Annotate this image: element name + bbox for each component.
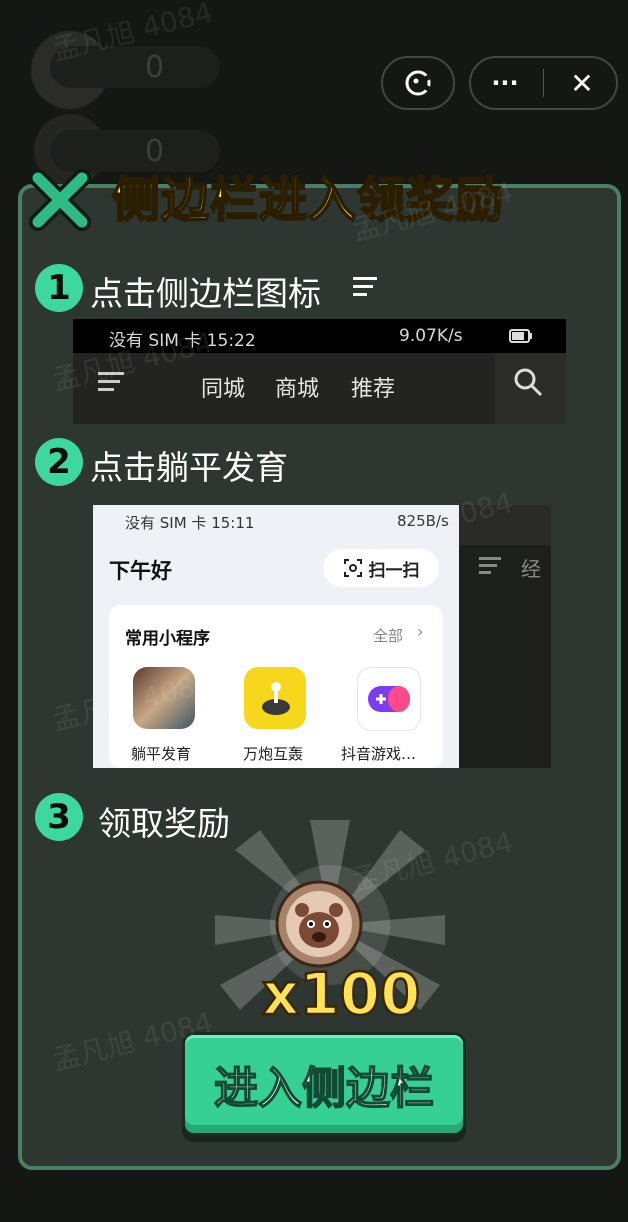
capsule-divider [543,69,544,97]
more-button[interactable]: ··· [475,69,535,97]
sidebar-panel: 没有 SIM 卡 15:11 825B/s 下午好 扫一扫 常用小程序 全部 ›… [93,505,459,768]
app-icon-wanpao [244,667,306,729]
enter-sidebar-button[interactable]: 进入侧边栏 [182,1032,466,1136]
step-number-1: 1 [35,264,83,312]
hamburger-icon [479,557,501,574]
app-label: 万炮互轰 [243,745,304,763]
app-icon-tangping [133,667,195,729]
network-speed: 825B/s [397,512,449,530]
close-dialog-icon[interactable] [28,168,92,232]
capsule-menu: ··· ✕ [469,56,618,110]
chevron-right-icon: › [417,622,424,641]
app-label: 抖音游戏… [341,745,417,763]
app-icon-douyin-games [357,667,421,731]
step-number-3: 3 [35,793,83,841]
scan-button: 扫一扫 [323,549,439,587]
mini-program-screenshot: 没有 SIM 卡 15:11 825B/s 下午好 扫一扫 常用小程序 全部 ›… [93,505,551,768]
coin-icon [275,880,363,968]
app-label: 躺平发育 [131,745,192,763]
step-number-2: 2 [35,438,83,486]
sidebar-screenshot: 没有 SIM 卡 15:22 9.07K/s 同城 商城 推荐 [73,319,566,424]
section-title: 常用小程序 [125,629,210,649]
close-mini-program-button[interactable]: ✕ [552,67,612,100]
network-speed: 9.07K/s [399,326,463,346]
battery-icon [509,328,533,348]
app-nav-bar: 同城 商城 推荐 [73,353,566,424]
scan-label: 扫一扫 [368,560,420,581]
greeting: 下午好 [109,559,172,583]
nav-tab: 同城 [201,377,246,402]
status-text: 没有 SIM 卡 15:22 [109,331,256,351]
step-label-2: 点击躺平发育 [90,448,288,487]
game-center-icon [405,70,431,96]
section-all-link: 全部 [373,627,404,645]
resource-counter: 0 [50,46,220,88]
dialog-title: 侧边栏进入领奖励 [111,171,505,229]
step-label-3: 领取奖励 [98,804,230,843]
nav-tab: 推荐 [351,377,396,402]
sidebar-menu-icon [353,277,377,296]
game-preview: 经 [459,505,551,768]
hamburger-icon [98,372,124,391]
game-center-button[interactable] [381,56,455,110]
status-text: 没有 SIM 卡 15:11 [125,514,255,532]
step-label-1: 点击侧边栏图标 [90,274,321,313]
search-icon [514,368,543,397]
game-nav-text: 经 [521,557,541,581]
nav-tab: 商城 [275,377,320,402]
scan-icon [343,559,362,577]
status-bar: 没有 SIM 卡 15:22 9.07K/s [73,319,566,353]
reward-amount: x100 [261,959,422,1030]
